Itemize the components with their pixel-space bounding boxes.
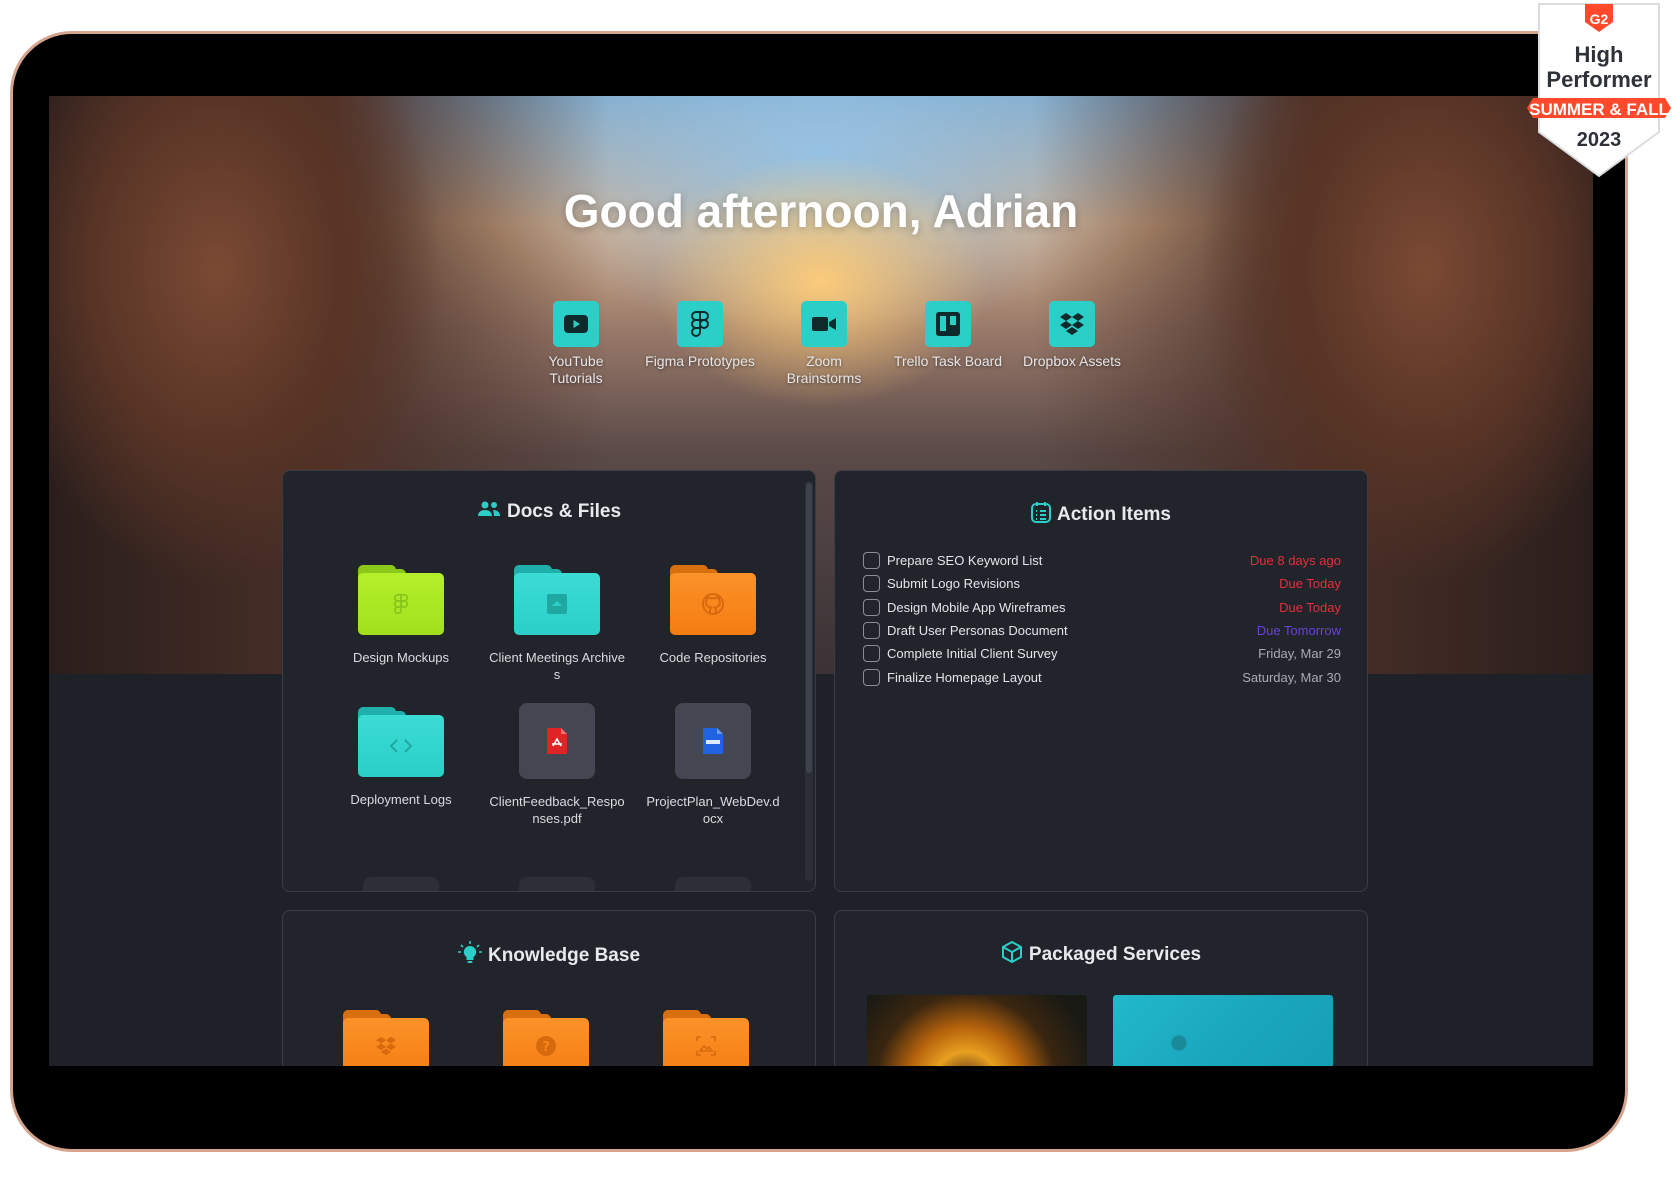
shortcut-figma[interactable]: Figma Prototypes — [645, 301, 755, 387]
more-items-hint — [323, 877, 793, 891]
doc-icon — [703, 728, 723, 754]
people-icon — [477, 501, 501, 523]
shortcut-dropbox[interactable]: Dropbox Assets — [1023, 301, 1121, 387]
task-checkbox[interactable] — [863, 622, 880, 640]
g2-high-performer-badge: G2 High Performer SUMMER & FALL 2023 — [1525, 2, 1673, 178]
folder-code-repositories[interactable]: Code Repositories — [635, 561, 791, 683]
badge-line1: High — [1575, 42, 1624, 67]
folder-icon — [514, 565, 600, 635]
task-item: Submit Logo Revisions Due Today — [863, 572, 1341, 595]
github-icon — [702, 593, 724, 615]
folder-client-meetings-archives[interactable]: Client Meetings Archives — [479, 561, 635, 683]
task-item: Prepare SEO Keyword List Due 8 days ago — [863, 549, 1341, 572]
file-project-plan-docx[interactable]: ProjectPlan_WebDev.docx — [635, 703, 791, 827]
archive-icon — [547, 594, 567, 614]
badge-line2: Performer — [1546, 67, 1652, 92]
pdf-icon — [547, 728, 567, 754]
action-items-title: Action Items — [835, 501, 1367, 529]
task-list: Prepare SEO Keyword List Due 8 days ago … — [863, 549, 1341, 689]
task-item: Draft User Personas Document Due Tomorro… — [863, 619, 1341, 642]
dropbox-icon — [1049, 301, 1095, 347]
kb-folder-image[interactable] — [663, 1010, 749, 1066]
due-label: Saturday, Mar 30 — [1242, 669, 1341, 685]
docs-files-panel: Docs & Files Design Mockups Client Meeti… — [282, 470, 816, 892]
help-icon: ? — [536, 1036, 556, 1056]
task-item: Complete Initial Client Survey Friday, M… — [863, 642, 1341, 665]
packaged-services-title: Packaged Services — [835, 940, 1367, 969]
task-item: Design Mobile App Wireframes Due Today — [863, 596, 1341, 619]
youtube-icon — [553, 301, 599, 347]
dropbox-icon — [376, 1036, 396, 1056]
due-label: Due Today — [1279, 576, 1341, 592]
image-icon — [696, 1036, 716, 1056]
app-screen: Good afternoon, Adrian YouTube Tutorials… — [49, 96, 1593, 1066]
task-checkbox[interactable] — [863, 668, 880, 686]
badge-ribbon: SUMMER & FALL — [1529, 100, 1669, 119]
due-label: Due Tomorrow — [1256, 623, 1341, 639]
folder-icon — [358, 707, 444, 777]
knowledge-folders: ? — [343, 1006, 749, 1066]
figma-icon — [394, 593, 408, 615]
task-checkbox[interactable] — [863, 645, 880, 663]
kb-folder-help[interactable]: ? — [503, 1010, 589, 1066]
shortcut-youtube[interactable]: YouTube Tutorials — [548, 301, 604, 387]
service-images — [867, 995, 1333, 1066]
task-item: Finalize Homepage Layout Saturday, Mar 3… — [863, 665, 1341, 688]
pdf-file-tile — [519, 703, 595, 779]
video-camera-icon — [801, 301, 847, 347]
figma-icon — [677, 301, 723, 347]
knowledge-base-title: Knowledge Base — [283, 941, 815, 971]
code-icon — [390, 739, 412, 753]
task-checkbox[interactable] — [863, 598, 880, 616]
spiral-staircase-image[interactable] — [867, 995, 1087, 1066]
lightbulb-icon — [457, 941, 482, 971]
trello-icon — [925, 301, 971, 347]
docs-scrollbar[interactable] — [805, 481, 813, 881]
g2-logo: G2 — [1590, 11, 1609, 27]
svg-text:?: ? — [542, 1040, 550, 1055]
task-checkbox[interactable] — [863, 552, 880, 570]
due-label: Friday, Mar 29 — [1258, 646, 1341, 662]
scrollbar-thumb[interactable] — [806, 483, 812, 773]
knowledge-base-panel: Knowledge Base ? — [282, 910, 816, 1066]
file-client-feedback-pdf[interactable]: ClientFeedback_Responses.pdf — [479, 703, 635, 827]
task-checkbox[interactable] — [863, 575, 880, 593]
folder-design-mockups[interactable]: Design Mockups — [323, 561, 479, 683]
doc-file-tile — [675, 703, 751, 779]
kb-folder-dropbox[interactable] — [343, 1010, 429, 1066]
action-items-panel: Action Items Prepare SEO Keyword List Du… — [834, 470, 1368, 892]
shortcut-zoom[interactable]: Zoom Brainstorms — [787, 301, 861, 387]
due-label: Due 8 days ago — [1249, 553, 1341, 569]
shortcut-trello[interactable]: Trello Task Board — [894, 301, 1002, 387]
due-label: Due Today — [1279, 599, 1341, 615]
teal-flatlay-image[interactable] — [1113, 995, 1333, 1066]
box-icon — [1001, 940, 1023, 969]
docs-files-title: Docs & Files — [283, 501, 815, 523]
folder-deployment-logs[interactable]: Deployment Logs — [323, 703, 479, 827]
badge-year: 2023 — [1577, 129, 1622, 151]
shortcut-bar: YouTube Tutorials Figma Prototypes Zoom … — [548, 301, 1121, 387]
docs-grid: Design Mockups Client Meetings Archives — [323, 561, 793, 827]
greeting-title: Good afternoon, Adrian — [563, 185, 1079, 237]
folder-icon — [670, 565, 756, 635]
packaged-services-panel: Packaged Services — [834, 910, 1368, 1066]
folder-icon — [358, 565, 444, 635]
checklist-icon — [1030, 501, 1051, 529]
